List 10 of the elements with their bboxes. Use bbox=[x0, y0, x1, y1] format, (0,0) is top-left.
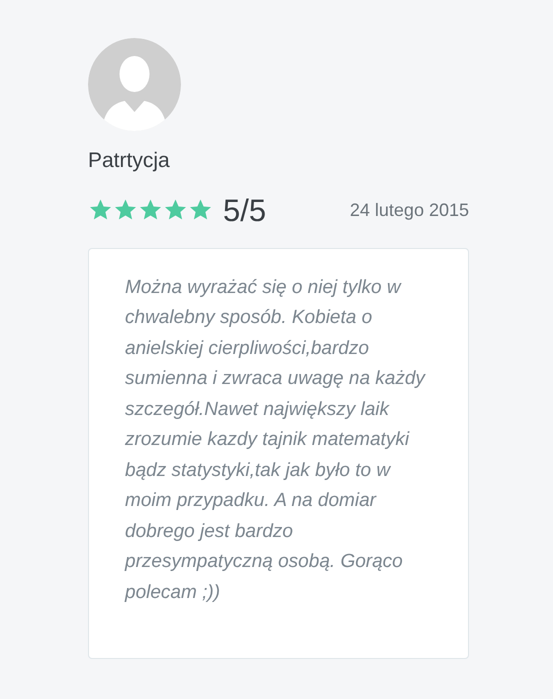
rating-score: 5/5 bbox=[223, 194, 266, 226]
avatar-icon bbox=[88, 38, 181, 131]
star-icon bbox=[163, 198, 188, 222]
star-icon bbox=[113, 198, 138, 222]
author-name: Patrtycja bbox=[88, 148, 171, 174]
star-icon bbox=[138, 198, 163, 222]
review-date: 24 lutego 2015 bbox=[350, 198, 469, 222]
review-text: Można wyrażać się o niej tylko w chwalebny sposób. Kobieta o anielskiej cierpliwości,bardzo sumienna i zwraca uwagę na każdy szczegół.Nawet największy laik zrozumie kazdy tajnik matematyki bądz statystyki,tak jak było to w moim przypadku. A na domiar dobrego jest bardzo przesympatyczną osobą. Gorąco polecam ;)) bbox=[125, 276, 427, 604]
star-icon bbox=[88, 198, 113, 222]
star-icon bbox=[188, 198, 213, 222]
